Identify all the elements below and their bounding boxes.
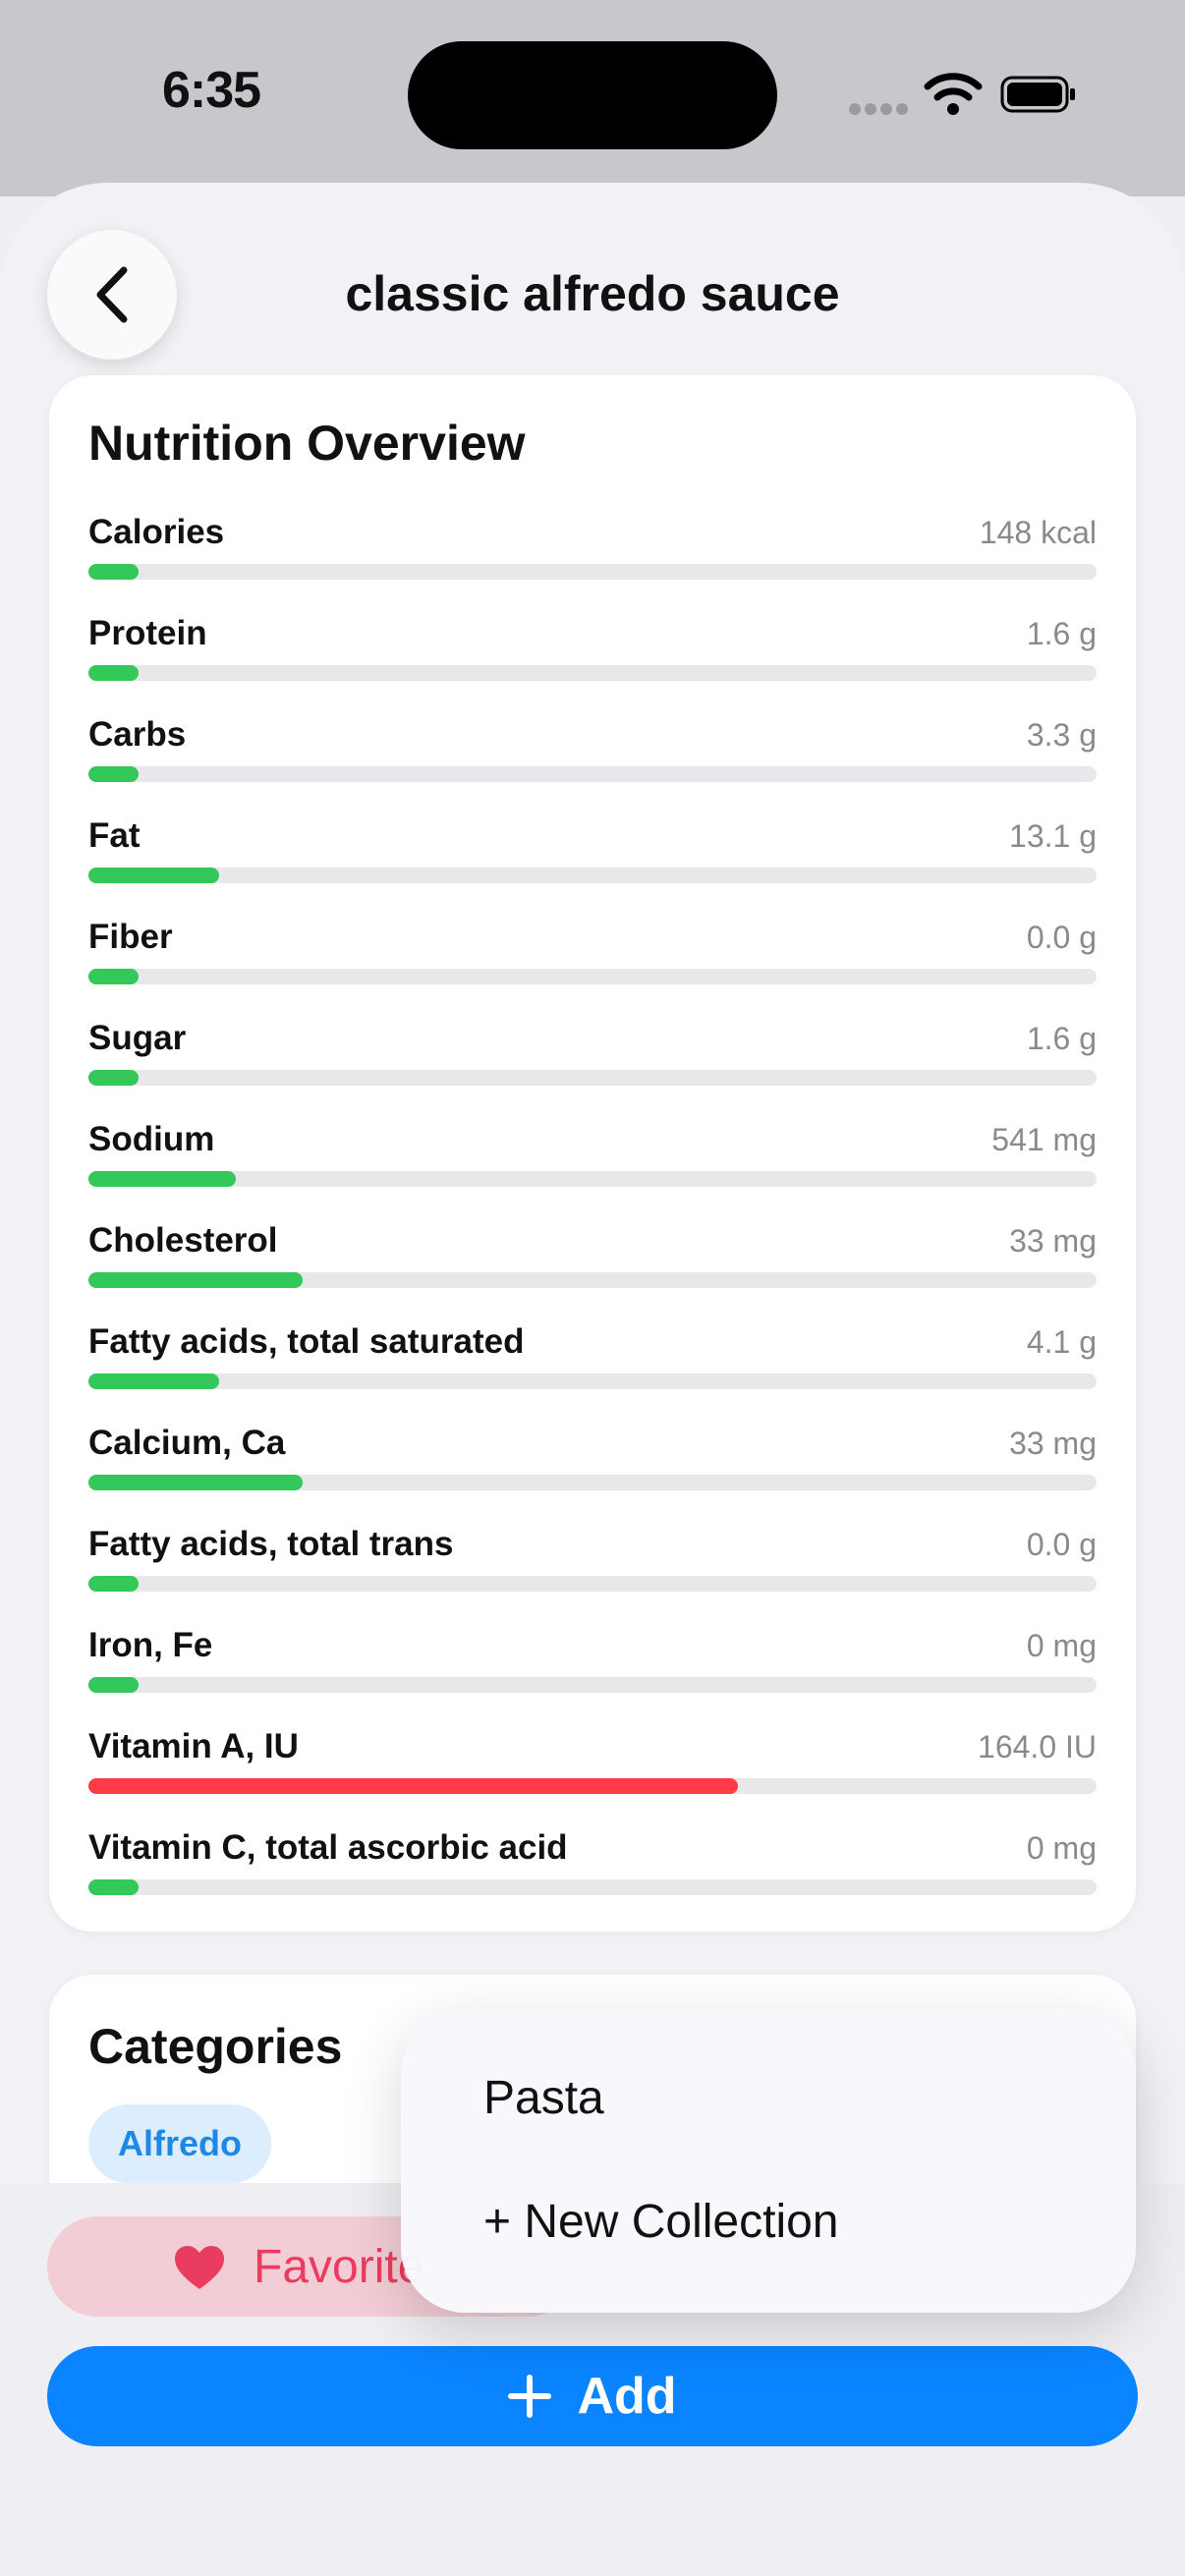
nutrient-label: Vitamin A, IU — [88, 1727, 299, 1765]
nutrient-label: Sugar — [88, 1019, 187, 1057]
nutrient-progress-fill — [88, 1272, 303, 1288]
nutrient-value: 13.1 g — [1009, 818, 1097, 854]
signal-icon — [849, 103, 908, 117]
nutrient-label: Fatty acids, total trans — [88, 1525, 454, 1563]
nutrient-label: Fatty acids, total saturated — [88, 1322, 525, 1361]
page-title: classic alfredo sauce — [345, 266, 840, 321]
nutrient-progress-track — [88, 1070, 1097, 1086]
nutrient-row: Protein 1.6 g — [88, 614, 1097, 702]
nutrient-progress-track — [88, 665, 1097, 681]
battery-icon — [1000, 76, 1075, 113]
nutrient-row: Vitamin C, total ascorbic acid 0 mg — [88, 1828, 1097, 1917]
nutrient-label: Protein — [88, 614, 207, 652]
nutrient-progress-track — [88, 1373, 1097, 1389]
nutrient-label: Calories — [88, 513, 225, 551]
nutrient-progress-track — [88, 1475, 1097, 1490]
nutrient-row: Calories 148 kcal — [88, 513, 1097, 601]
nutrient-value: 0 mg — [1026, 1628, 1097, 1663]
dynamic-island — [408, 41, 777, 149]
add-label: Add — [577, 2368, 677, 2425]
nutrient-label: Cholesterol — [88, 1221, 278, 1260]
nutrient-value: 148 kcal — [979, 515, 1097, 550]
nutrient-value: 3.3 g — [1026, 717, 1097, 753]
nutrient-value: 1.6 g — [1026, 616, 1097, 651]
nutrient-progress-fill — [88, 868, 220, 883]
favorite-label: Favorite — [254, 2241, 424, 2293]
nutrient-progress-fill — [88, 1171, 236, 1187]
nutrient-progress-track — [88, 1171, 1097, 1187]
nutrient-progress-fill — [88, 969, 140, 984]
nutrient-value: 33 mg — [1009, 1426, 1097, 1461]
nutrient-progress-track — [88, 1576, 1097, 1592]
nutrient-progress-track — [88, 1272, 1097, 1288]
nutrient-value: 0.0 g — [1026, 920, 1097, 955]
nutrient-value: 164.0 IU — [978, 1729, 1097, 1764]
nutrient-progress-fill — [88, 1677, 140, 1693]
nutrient-row: Fiber 0.0 g — [88, 918, 1097, 1006]
nutrition-overview-card: Nutrition Overview Calories 148 kcal Prote… — [49, 375, 1136, 1932]
nutrient-value: 541 mg — [991, 1122, 1097, 1157]
nutrient-progress-fill — [88, 665, 140, 681]
nutrient-row: Iron, Fe 0 mg — [88, 1626, 1097, 1714]
nutrient-progress-fill — [88, 1576, 140, 1592]
nutrient-label: Fat — [88, 816, 141, 855]
nutrient-label: Fiber — [88, 918, 173, 956]
nutrient-value: 0 mg — [1026, 1830, 1097, 1866]
nutrient-label: Carbs — [88, 715, 187, 754]
nutrient-progress-track — [88, 1778, 1097, 1794]
nutrient-progress-fill — [88, 766, 140, 782]
nutrient-row: Fatty acids, total saturated 4.1 g — [88, 1322, 1097, 1411]
nutrient-row: Vitamin A, IU 164.0 IU — [88, 1727, 1097, 1816]
nutrient-label: Iron, Fe — [88, 1626, 213, 1664]
nutrient-value: 0.0 g — [1026, 1527, 1097, 1562]
nutrient-label: Vitamin C, total ascorbic acid — [88, 1828, 568, 1867]
nutrient-progress-fill — [88, 1475, 303, 1490]
categories-title: Categories — [88, 2019, 343, 2074]
nutrient-value: 4.1 g — [1026, 1324, 1097, 1360]
menu-item-pasta[interactable]: Pasta — [483, 2071, 604, 2125]
collection-menu: Pasta + New Collection — [401, 2008, 1136, 2313]
menu-item-new-collection[interactable]: + New Collection — [483, 2195, 839, 2249]
nutrient-row: Carbs 3.3 g — [88, 715, 1097, 804]
nutrient-row: Calcium, Ca 33 mg — [88, 1424, 1097, 1512]
wifi-icon — [924, 73, 983, 115]
nutrient-progress-track — [88, 969, 1097, 984]
nutrient-label: Calcium, Ca — [88, 1424, 286, 1462]
nutrient-progress-fill — [88, 1373, 220, 1389]
nutrient-row: Sugar 1.6 g — [88, 1019, 1097, 1107]
nutrient-row: Fat 13.1 g — [88, 816, 1097, 905]
add-button[interactable]: Add — [47, 2346, 1138, 2446]
status-time: 6:35 — [162, 62, 261, 119]
nutrient-value: 33 mg — [1009, 1223, 1097, 1259]
nutrient-row: Fatty acids, total trans 0.0 g — [88, 1525, 1097, 1613]
nutrient-value: 1.6 g — [1026, 1021, 1097, 1056]
nutrient-progress-track — [88, 1677, 1097, 1693]
nutrient-progress-fill — [88, 1070, 140, 1086]
nutrient-progress-fill — [88, 564, 140, 580]
nutrient-progress-track — [88, 564, 1097, 580]
nutrient-label: Sodium — [88, 1120, 215, 1158]
nutrient-progress-track — [88, 868, 1097, 883]
nutrient-progress-fill — [88, 1879, 140, 1895]
nutrient-row: Cholesterol 33 mg — [88, 1221, 1097, 1310]
nutrient-row: Sodium 541 mg — [88, 1120, 1097, 1208]
heart-icon — [175, 2246, 224, 2289]
nutrient-progress-track — [88, 766, 1097, 782]
nutrient-progress-fill — [88, 1778, 738, 1794]
plus-icon — [508, 2375, 552, 2418]
nutrition-title: Nutrition Overview — [88, 416, 526, 471]
category-chip[interactable]: Alfredo — [88, 2104, 271, 2183]
nutrient-progress-track — [88, 1879, 1097, 1895]
